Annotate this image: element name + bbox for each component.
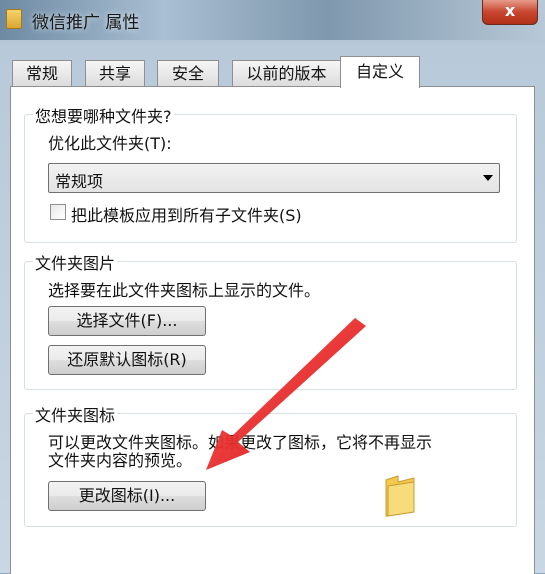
tab-customize[interactable]: 自定义	[340, 56, 420, 88]
red-arrow-annotation	[206, 318, 366, 470]
properties-window: 微信推广 属性 x 常规 共享 安全 以前的版本 自定义 您想要哪种文件夹? 优…	[0, 0, 545, 574]
